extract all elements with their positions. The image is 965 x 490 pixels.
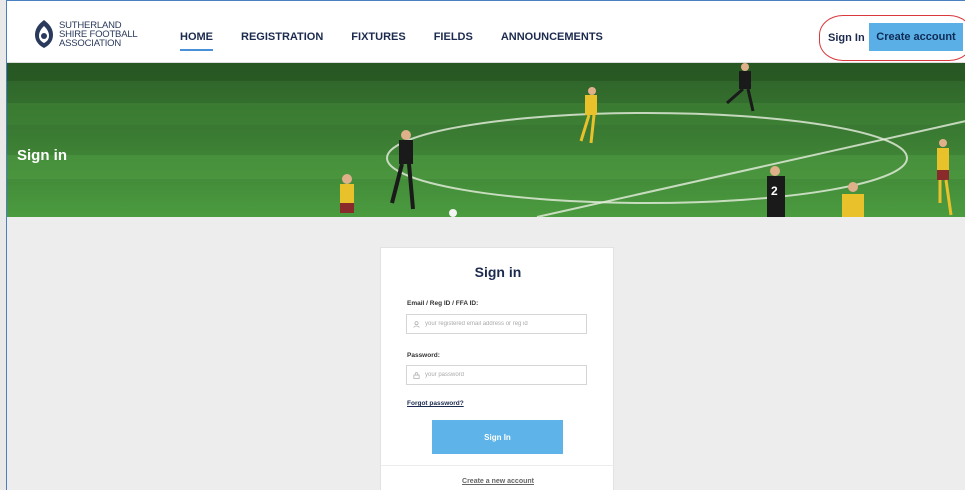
- logo-text: SUTHERLAND SHIRE FOOTBALL ASSOCIATION: [59, 20, 138, 49]
- header-create-account-button[interactable]: Create account: [869, 23, 963, 51]
- nav-home[interactable]: HOME: [180, 31, 213, 51]
- site-logo[interactable]: SUTHERLAND SHIRE FOOTBALL ASSOCIATION: [31, 17, 141, 51]
- forgot-password-link[interactable]: Forgot password?: [407, 400, 464, 407]
- user-icon: [413, 320, 420, 328]
- nav-fields[interactable]: FIELDS: [434, 31, 473, 43]
- password-label: Password:: [407, 352, 440, 359]
- nav-announcements[interactable]: ANNOUNCEMENTS: [501, 31, 603, 43]
- shield-crest-icon: [35, 20, 53, 48]
- nav-registration[interactable]: REGISTRATION: [241, 31, 323, 43]
- svg-text:2: 2: [771, 184, 778, 198]
- main-nav: HOME REGISTRATION FIXTURES FIELDS ANNOUN…: [180, 31, 631, 51]
- ball: [449, 209, 457, 217]
- hero-banner: 2 Sign in: [7, 63, 965, 217]
- soccer-field-image: 2: [7, 63, 965, 217]
- email-label: Email / Reg ID / FFA ID:: [407, 300, 479, 307]
- logo-line: ASSOCIATION: [59, 37, 122, 49]
- lock-icon: [413, 371, 420, 379]
- form-title: Sign in: [474, 264, 522, 280]
- hero-title: Sign in: [17, 147, 67, 164]
- create-account-link[interactable]: Create a new account: [381, 478, 615, 485]
- signin-submit-button[interactable]: Sign In: [432, 420, 563, 454]
- password-input[interactable]: [425, 372, 575, 378]
- site-header: SUTHERLAND SHIRE FOOTBALL ASSOCIATION HO…: [7, 1, 965, 63]
- header-signin-link[interactable]: Sign In: [828, 32, 865, 44]
- player-figure: [340, 174, 354, 213]
- nav-fixtures[interactable]: FIXTURES: [351, 31, 405, 43]
- browser-frame: SUTHERLAND SHIRE FOOTBALL ASSOCIATION HO…: [6, 0, 965, 490]
- password-field[interactable]: [406, 365, 587, 385]
- signin-card: Sign in Email / Reg ID / FFA ID: Passwor…: [380, 247, 615, 490]
- divider: [381, 465, 615, 466]
- email-input[interactable]: [425, 321, 575, 327]
- email-field[interactable]: [406, 314, 587, 334]
